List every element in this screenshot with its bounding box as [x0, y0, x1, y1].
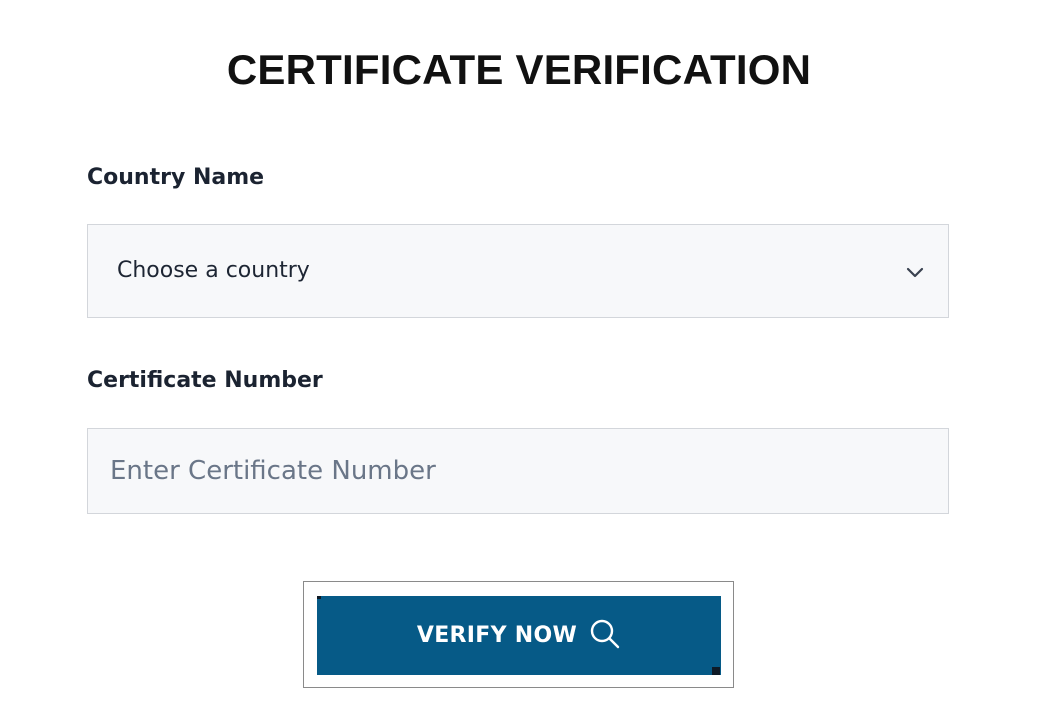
certificate-number-label: Certificate Number	[87, 368, 323, 393]
country-select-value: Choose a country	[117, 258, 310, 283]
verify-now-button[interactable]: VERIFY NOW	[317, 596, 721, 675]
country-name-label: Country Name	[87, 165, 265, 190]
button-resize-handle	[712, 667, 720, 675]
verify-now-label: VERIFY NOW	[416, 623, 578, 648]
certificate-number-input[interactable]	[87, 428, 949, 514]
search-icon	[590, 619, 620, 648]
page-title: CERTIFICATE VERIFICATION	[226, 46, 812, 93]
country-select[interactable]: Choose a country	[87, 224, 949, 318]
chevron-down-icon	[906, 267, 924, 278]
button-corner-mark-top-left	[317, 596, 321, 599]
